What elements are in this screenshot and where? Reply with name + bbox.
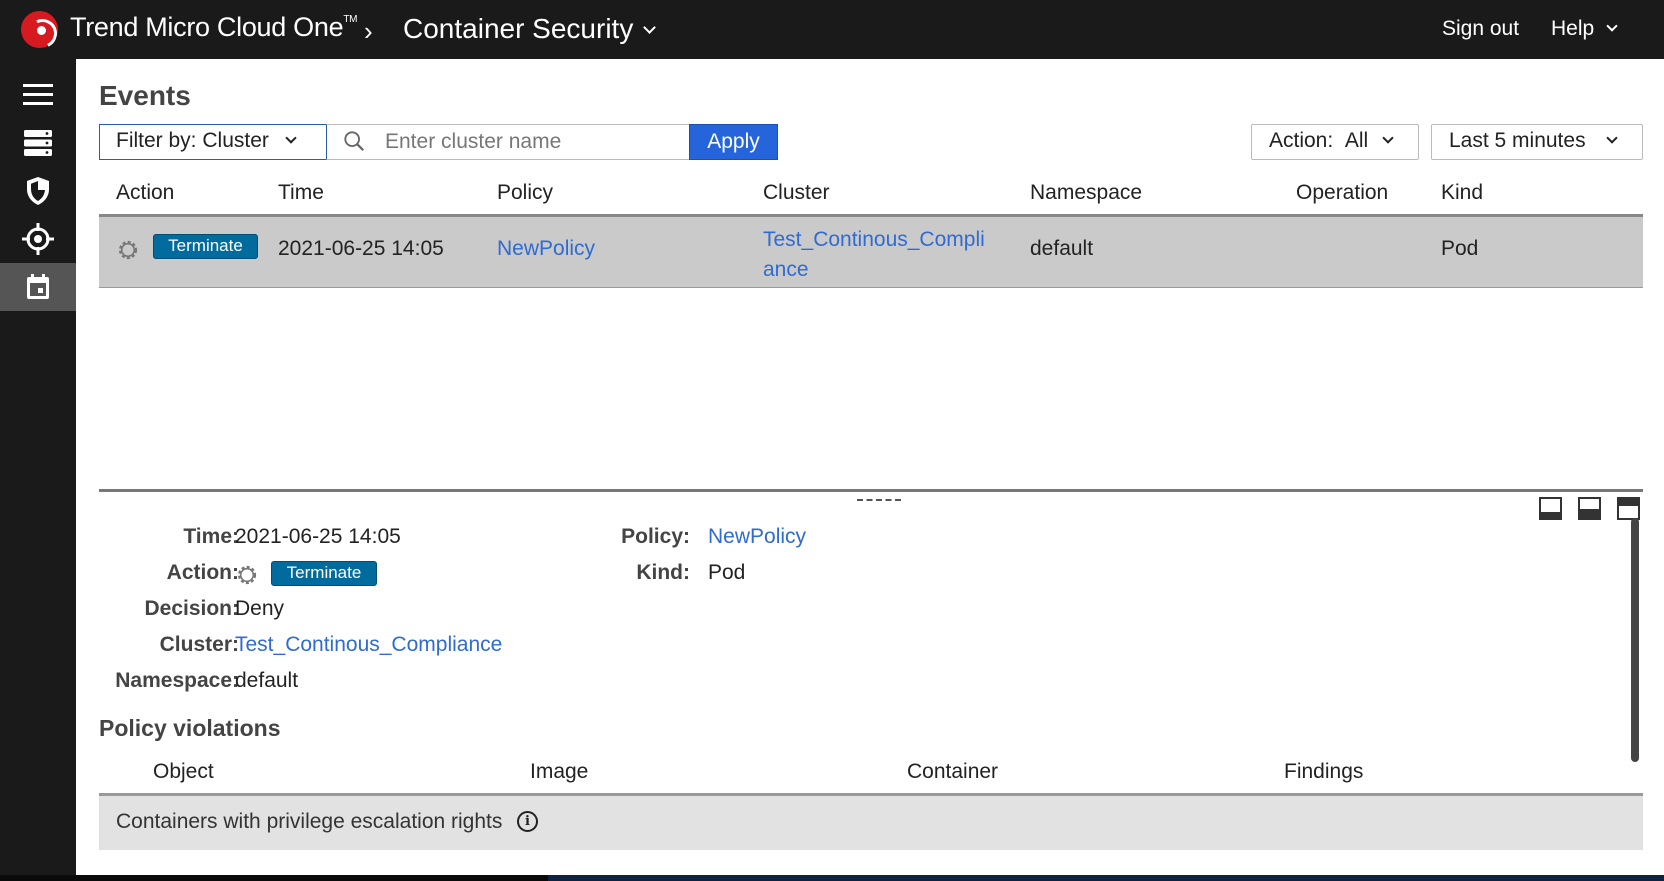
sidebar-nav bbox=[0, 59, 76, 875]
product-switcher[interactable]: Container Security bbox=[403, 13, 657, 45]
detail-kind-value: Pod bbox=[708, 561, 746, 584]
table-row[interactable]: Terminate 2021-06-25 14:05 NewPolicy Tes… bbox=[99, 217, 1643, 288]
event-kind: Pod bbox=[1441, 237, 1479, 260]
cluster-search-input[interactable] bbox=[385, 125, 685, 159]
detail-action-label: Action: bbox=[166, 561, 239, 584]
column-header-action[interactable]: Action bbox=[116, 181, 174, 205]
column-header-operation[interactable]: Operation bbox=[1296, 181, 1388, 205]
gear-icon bbox=[118, 240, 138, 260]
taskbar-strip bbox=[548, 875, 1664, 881]
page-title: Events bbox=[99, 80, 191, 111]
detail-action-badge: Terminate bbox=[271, 561, 377, 586]
policy-link[interactable]: NewPolicy bbox=[497, 237, 595, 261]
violation-group-label: Containers with privilege escalation rig… bbox=[116, 810, 503, 833]
action-badge: Terminate bbox=[153, 234, 258, 259]
detail-cluster-link[interactable]: Test_Continous_Compliance bbox=[235, 633, 502, 657]
top-bar: Trend Micro Cloud OneTM › Container Secu… bbox=[0, 0, 1664, 59]
column-header-findings: Findings bbox=[1284, 760, 1364, 783]
column-header-time[interactable]: Time bbox=[278, 181, 324, 205]
cluster-link[interactable]: Test_Continous_Compliance bbox=[763, 225, 993, 285]
gear-icon bbox=[237, 565, 257, 585]
detail-decision-label: Decision: bbox=[144, 597, 239, 620]
time-range-dropdown[interactable]: Last 5 minutes bbox=[1431, 124, 1643, 160]
column-header-container: Container bbox=[907, 760, 999, 783]
chevron-down-icon bbox=[643, 21, 657, 34]
resize-handle[interactable] bbox=[857, 499, 901, 501]
sidebar-item-policies[interactable] bbox=[0, 167, 76, 215]
detail-namespace-label: Namespace: bbox=[115, 669, 239, 692]
detail-kind-label: Kind: bbox=[636, 561, 690, 584]
column-header-namespace[interactable]: Namespace bbox=[1030, 181, 1142, 205]
pane-maximize-icon[interactable] bbox=[1617, 497, 1640, 520]
main-content: Events Filter by: Cluster Apply Action: … bbox=[76, 59, 1664, 875]
policy-violations-title: Policy violations bbox=[99, 715, 281, 741]
filter-by-dropdown[interactable]: Filter by: Cluster bbox=[99, 124, 327, 160]
detail-decision-value: Deny bbox=[235, 597, 285, 620]
event-namespace: default bbox=[1030, 237, 1094, 260]
calendar-icon bbox=[27, 274, 49, 299]
window-bottom-edge bbox=[0, 875, 1664, 881]
pane-divider[interactable] bbox=[99, 489, 1643, 492]
cluster-search-box bbox=[326, 124, 690, 160]
info-icon[interactable]: i bbox=[517, 811, 538, 832]
sidebar-item-scanners[interactable] bbox=[0, 215, 76, 263]
pane-minimize-icon[interactable] bbox=[1539, 497, 1562, 520]
sidebar-item-menu[interactable] bbox=[0, 71, 76, 119]
help-menu[interactable]: Help bbox=[1551, 17, 1618, 41]
detail-cluster-label: Cluster: bbox=[159, 633, 239, 656]
clusters-icon bbox=[24, 130, 52, 156]
violation-group-row[interactable]: Containers with privilege escalation rig… bbox=[99, 796, 1643, 850]
search-icon bbox=[344, 131, 364, 151]
brand-name[interactable]: Trend Micro Cloud OneTM bbox=[70, 12, 357, 43]
shield-icon bbox=[27, 177, 49, 205]
detail-policy-label: Policy: bbox=[621, 525, 690, 548]
column-header-kind[interactable]: Kind bbox=[1441, 181, 1483, 205]
column-header-object: Object bbox=[153, 760, 214, 783]
column-header-image: Image bbox=[530, 760, 589, 783]
column-header-cluster[interactable]: Cluster bbox=[763, 181, 830, 205]
crosshair-icon bbox=[22, 223, 54, 255]
trend-micro-logo-icon[interactable] bbox=[21, 11, 58, 48]
sidebar-item-events[interactable] bbox=[0, 263, 76, 311]
chevron-down-icon bbox=[285, 132, 297, 144]
sidebar-item-clusters[interactable] bbox=[0, 119, 76, 167]
detail-policy-link[interactable]: NewPolicy bbox=[708, 525, 806, 549]
sign-out-link[interactable]: Sign out bbox=[1442, 17, 1519, 41]
detail-namespace-value: default bbox=[235, 669, 299, 692]
detail-time-label: Time: bbox=[183, 525, 239, 548]
action-filter-dropdown[interactable]: Action: All bbox=[1251, 124, 1419, 160]
chevron-down-icon bbox=[1605, 132, 1618, 144]
event-time: 2021-06-25 14:05 bbox=[278, 237, 444, 260]
chevron-down-icon bbox=[1606, 20, 1618, 32]
apply-button[interactable]: Apply bbox=[689, 124, 778, 160]
detail-time-value: 2021-06-25 14:05 bbox=[235, 525, 401, 548]
pane-split-icon[interactable] bbox=[1578, 497, 1601, 520]
details-scrollbar[interactable] bbox=[1631, 518, 1639, 762]
column-header-policy[interactable]: Policy bbox=[497, 181, 553, 205]
menu-icon bbox=[23, 84, 53, 105]
chevron-down-icon bbox=[1382, 132, 1394, 144]
breadcrumb-separator-icon: › bbox=[364, 16, 373, 46]
